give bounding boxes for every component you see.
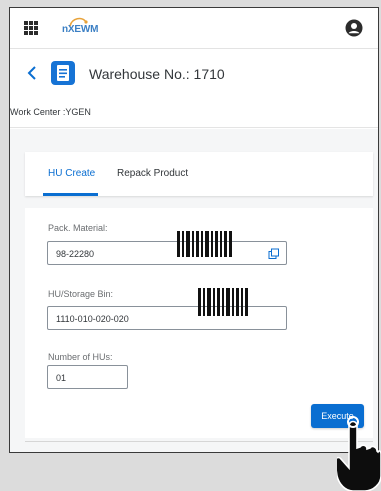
hu-storage-bin-label: HU/Storage Bin: (48, 289, 114, 299)
work-center-bar: Work Center :YGEN (10, 98, 378, 128)
barcode-icon (177, 231, 232, 257)
app-window: nXEWM Warehouse No.: 1710 Work Center:Y… (9, 7, 379, 453)
pack-material-label: Pack. Material: (48, 223, 108, 233)
hand-pointer-icon (334, 414, 381, 491)
grid-menu-icon[interactable] (24, 21, 38, 35)
tab-repack-product[interactable]: Repack Product (117, 168, 188, 179)
pack-material-value: 98-22280 (56, 249, 95, 259)
number-of-hus-value: 01 (56, 373, 67, 383)
page-header: Warehouse No.: 1710 (10, 50, 378, 98)
document-icon (51, 61, 75, 85)
tab-bar: HU Create Repack Product (25, 152, 373, 196)
shell-bar: nXEWM (10, 8, 378, 49)
user-avatar-icon[interactable] (345, 19, 363, 37)
number-of-hus-input[interactable]: 01 (47, 365, 128, 389)
logo-text: nXEWM (62, 24, 99, 35)
screenshot-frame: nXEWM Warehouse No.: 1710 Work Center:Y… (0, 0, 381, 491)
value-help-icon[interactable] (268, 247, 280, 259)
nxewm-logo: nXEWM (56, 14, 99, 42)
footer-divider (25, 441, 373, 442)
page-title: Warehouse No.: 1710 (89, 66, 225, 82)
chevron-left-icon[interactable] (27, 62, 41, 82)
hu-storage-bin-input[interactable]: 1110-010-020-020 (47, 306, 287, 330)
barcode-icon (198, 288, 251, 316)
pack-material-input[interactable]: 98-22280 (47, 241, 287, 265)
hu-storage-bin-value: 1110-010-020-020 (56, 314, 129, 324)
number-of-hus-label: Number of HUs: (48, 352, 113, 362)
work-center-label: Work Center :YGEN (10, 107, 91, 117)
tab-hu-create[interactable]: HU Create (48, 168, 95, 179)
selected-tab-indicator (43, 193, 98, 196)
